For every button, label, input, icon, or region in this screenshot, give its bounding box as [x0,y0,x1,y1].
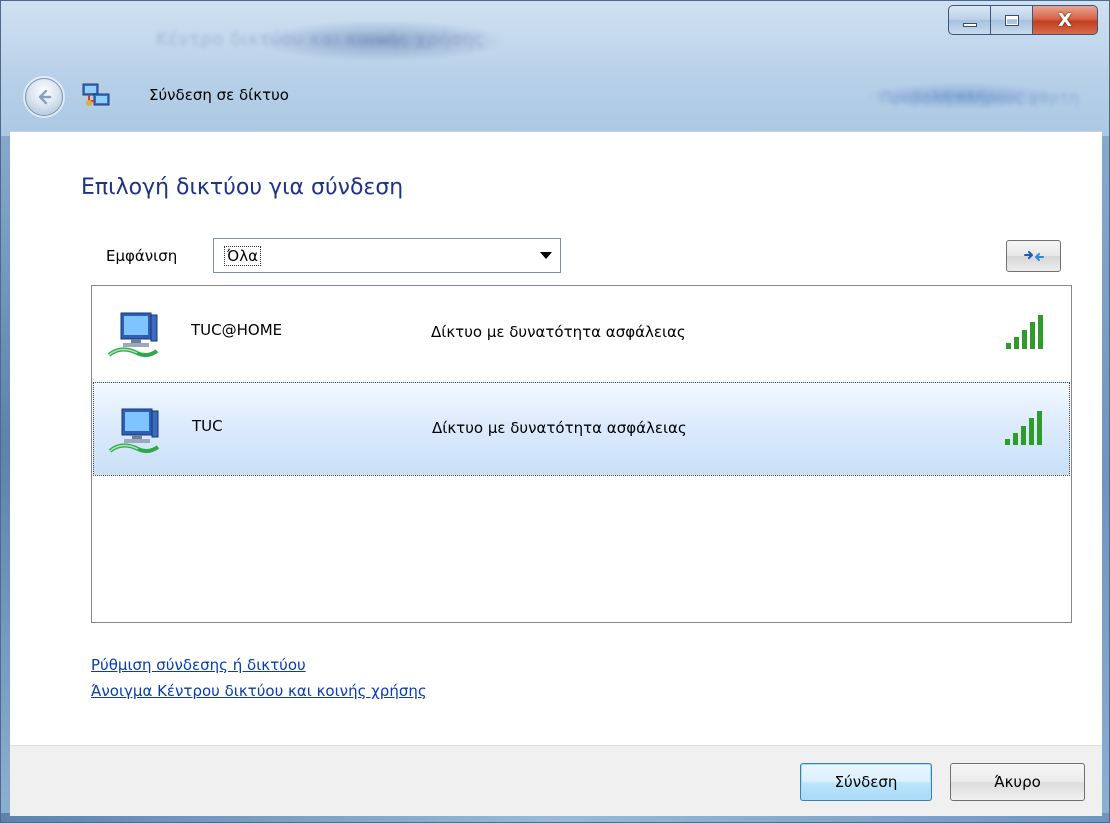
content-area: Επιλογή δικτύου για σύνδεση Εμφάνιση Όλα [10,131,1102,746]
setup-connection-link[interactable]: Ρύθμιση σύνδεσης ή δικτύου [91,652,427,678]
show-filter-dropdown[interactable]: Όλα [213,238,561,273]
network-name: TUC [192,417,223,435]
caption-buttons: X [948,5,1098,39]
close-button[interactable]: X [1032,5,1098,35]
page-heading: Επιλογή δικτύου για σύνδεση [81,175,404,200]
back-button[interactable] [25,78,63,116]
network-computer-icon [108,408,160,454]
network-computer-icon [107,312,159,358]
network-row-tuc[interactable]: TUC Δίκτυο με δυνατότητα ασφάλειας [93,382,1070,476]
refresh-button[interactable] [1006,240,1061,272]
network-name: TUC@HOME [191,321,283,339]
connect-button[interactable]: Σύνδεση [800,763,932,801]
header-right-text: Προβολή πλήρους χάρτη [879,88,1079,107]
close-icon: X [1058,9,1072,31]
task-links: Ρύθμιση σύνδεσης ή δικτύου Άνοιγμα Κέντρ… [91,652,427,704]
network-list: TUC@HOME Δίκτυο με δυνατότητα ασφάλειας [91,285,1072,623]
window-title: Κέντρο δικτύου και κοινής χρήσης [156,29,486,50]
title-bar [1,1,1109,146]
signal-strength-icon [1005,411,1042,445]
open-network-center-link[interactable]: Άνοιγμα Κέντρου δικτύου και κοινής χρήση… [91,678,427,704]
network-center-icon [82,83,110,106]
connect-to-network-window: Κέντρο δικτύου και κοινής χρήσης Προβολή… [0,0,1110,823]
dialog-footer: Σύνδεση Άκυρο [10,745,1102,816]
network-security: Δίκτυο με δυνατότητα ασφάλειας [432,419,687,437]
chevron-down-icon [540,252,552,259]
show-label: Εμφάνιση [106,247,178,265]
refresh-icon [1023,251,1044,261]
window-frame-left [1,136,10,822]
network-row-tuc-home[interactable]: TUC@HOME Δίκτυο με δυνατότητα ασφάλειας [93,287,1070,381]
nav-title: Σύνδεση σε δίκτυο [149,86,289,104]
show-filter-value: Όλα [224,245,261,266]
minimize-icon [962,23,977,27]
maximize-icon [1004,14,1019,26]
cancel-button[interactable]: Άκυρο [950,763,1085,801]
maximize-button[interactable] [990,5,1032,35]
minimize-button[interactable] [948,5,990,35]
signal-strength-icon [1006,315,1043,349]
network-security: Δίκτυο με δυνατότητα ασφάλειας [431,323,686,341]
back-arrow-icon [38,89,52,105]
